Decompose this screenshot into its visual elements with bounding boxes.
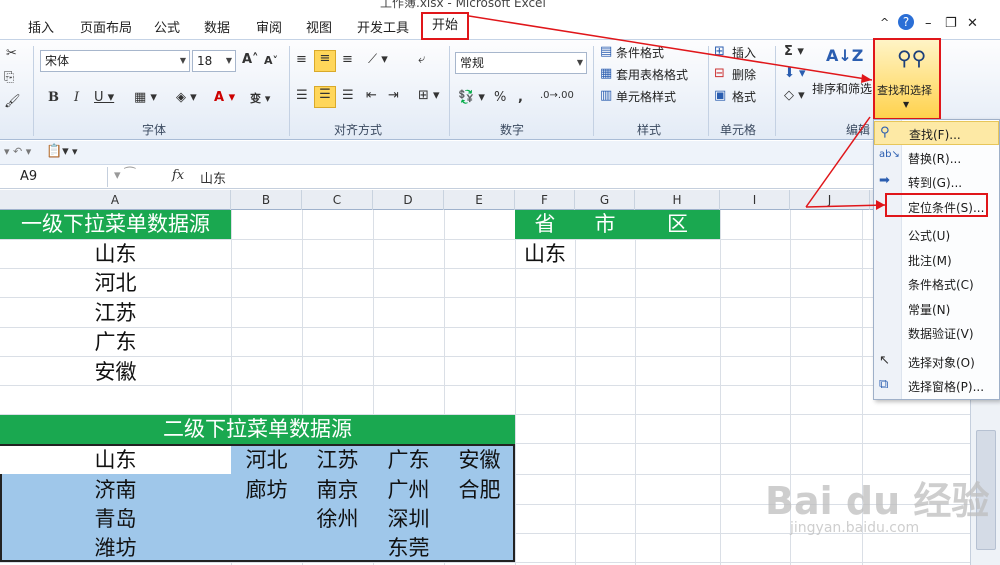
annotation-arrows <box>468 15 886 210</box>
